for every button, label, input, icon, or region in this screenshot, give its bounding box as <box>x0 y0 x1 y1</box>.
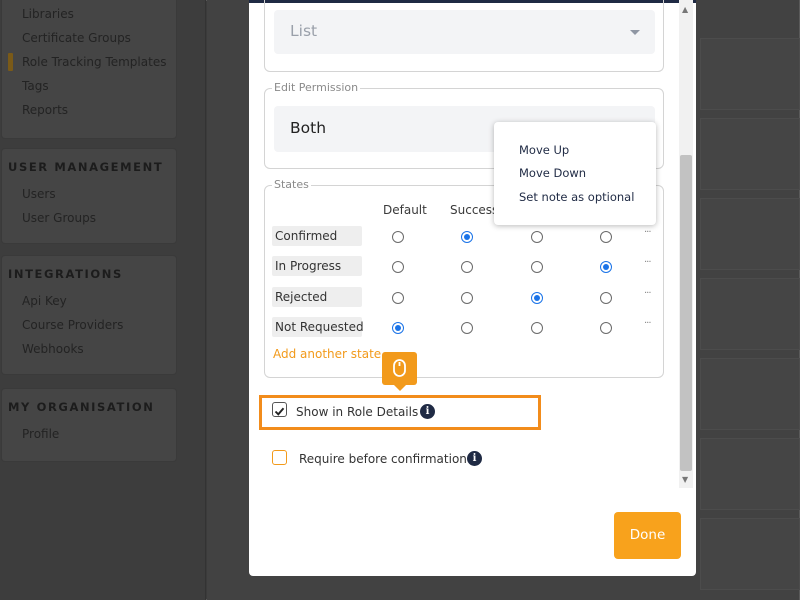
done-button[interactable]: Done <box>614 512 681 559</box>
row-context-menu: Move Up Move Down Set note as optional <box>494 122 656 225</box>
state-radio[interactable] <box>461 261 473 273</box>
type-select-value: List <box>290 22 318 40</box>
state-radio[interactable] <box>531 261 543 273</box>
sidebar-section-my-organisation: MY ORGANISATION Profile <box>2 389 176 461</box>
type-select[interactable]: List <box>274 10 655 54</box>
state-radio[interactable] <box>600 322 612 334</box>
background-card <box>700 38 800 110</box>
chevron-down-icon <box>630 30 640 35</box>
state-radio[interactable] <box>461 322 473 334</box>
background-card <box>700 118 800 190</box>
background-card <box>700 518 800 590</box>
state-label[interactable]: Rejected <box>272 287 362 307</box>
column-header-success: Success <box>450 203 499 217</box>
row-actions-icon[interactable]: ··· <box>644 227 651 238</box>
sidebar-item-api-key[interactable]: Api Key <box>22 294 67 308</box>
sidebar-item-profile[interactable]: Profile <box>22 427 59 441</box>
background-card <box>700 438 800 510</box>
column-header-default: Default <box>383 203 427 217</box>
sidebar-item-webhooks[interactable]: Webhooks <box>22 342 84 356</box>
type-fieldset: List <box>264 0 664 72</box>
edit-permission-legend: Edit Permission <box>272 81 361 94</box>
checkmark-icon <box>274 407 285 416</box>
menu-item-set-note-optional[interactable]: Set note as optional <box>519 190 634 204</box>
background-card <box>700 278 800 350</box>
state-radio[interactable] <box>531 231 543 243</box>
section-heading: MY ORGANISATION <box>8 400 155 414</box>
sidebar-item-course-providers[interactable]: Course Providers <box>22 318 123 332</box>
menu-item-move-up[interactable]: Move Up <box>519 143 569 157</box>
state-radio[interactable] <box>392 292 404 304</box>
state-label[interactable]: Not Requested <box>272 317 364 337</box>
state-label[interactable]: Confirmed <box>272 226 362 246</box>
sidebar-item-user-groups[interactable]: User Groups <box>22 211 96 225</box>
require-before-confirmation-label: Require before confirmation <box>299 452 467 466</box>
state-label[interactable]: In Progress <box>272 256 362 276</box>
row-actions-icon[interactable]: ··· <box>644 318 651 329</box>
sidebar-section-integrations: INTEGRATIONS Api Key Course Providers We… <box>2 256 176 374</box>
add-another-state-link[interactable]: Add another state <box>273 347 381 361</box>
scroll-down-arrow-icon[interactable]: ▼ <box>682 475 688 484</box>
state-radio[interactable] <box>531 292 543 304</box>
tutorial-tooltip <box>382 352 417 391</box>
mouse-icon <box>393 359 406 377</box>
sidebar-section-content: Libraries Certificate Groups Role Tracki… <box>2 0 176 138</box>
state-radio[interactable] <box>461 292 473 304</box>
edit-permission-value: Both <box>290 119 327 137</box>
sidebar-item-users[interactable]: Users <box>22 187 56 201</box>
scroll-up-arrow-icon[interactable]: ▲ <box>682 5 688 14</box>
scrollbar-thumb[interactable] <box>680 155 692 471</box>
sidebar-item-libraries[interactable]: Libraries <box>22 7 74 21</box>
state-radio[interactable] <box>531 322 543 334</box>
modal-scrollbar[interactable]: ▲ ▼ <box>679 0 693 488</box>
state-radio[interactable] <box>600 261 612 273</box>
sidebar-item-tags[interactable]: Tags <box>22 79 49 93</box>
background-card <box>700 358 800 430</box>
active-item-marker <box>8 53 13 71</box>
state-radio[interactable] <box>392 261 404 273</box>
sidebar-section-user-management: USER MANAGEMENT Users User Groups <box>2 149 176 243</box>
state-radio[interactable] <box>392 322 404 334</box>
state-radio[interactable] <box>392 231 404 243</box>
state-radio[interactable] <box>600 231 612 243</box>
section-heading: USER MANAGEMENT <box>8 160 164 174</box>
show-in-role-details-checkbox[interactable] <box>272 402 287 417</box>
require-before-confirmation-checkbox[interactable] <box>272 450 287 465</box>
sidebar: Libraries Certificate Groups Role Tracki… <box>0 0 206 600</box>
info-icon[interactable]: i <box>467 451 482 466</box>
background-card <box>700 198 800 270</box>
row-actions-icon[interactable]: ··· <box>644 257 651 268</box>
info-icon[interactable]: i <box>420 404 435 419</box>
sidebar-item-reports[interactable]: Reports <box>22 103 68 117</box>
state-radio[interactable] <box>600 292 612 304</box>
row-actions-icon[interactable]: ··· <box>644 288 651 299</box>
sidebar-item-certificate-groups[interactable]: Certificate Groups <box>22 31 131 45</box>
states-legend: States <box>272 178 311 191</box>
menu-item-move-down[interactable]: Move Down <box>519 166 586 180</box>
sidebar-item-role-tracking-templates[interactable]: Role Tracking Templates <box>22 55 166 69</box>
state-radio[interactable] <box>461 231 473 243</box>
section-heading: INTEGRATIONS <box>8 267 123 281</box>
show-in-role-details-label: Show in Role Details <box>296 405 419 419</box>
